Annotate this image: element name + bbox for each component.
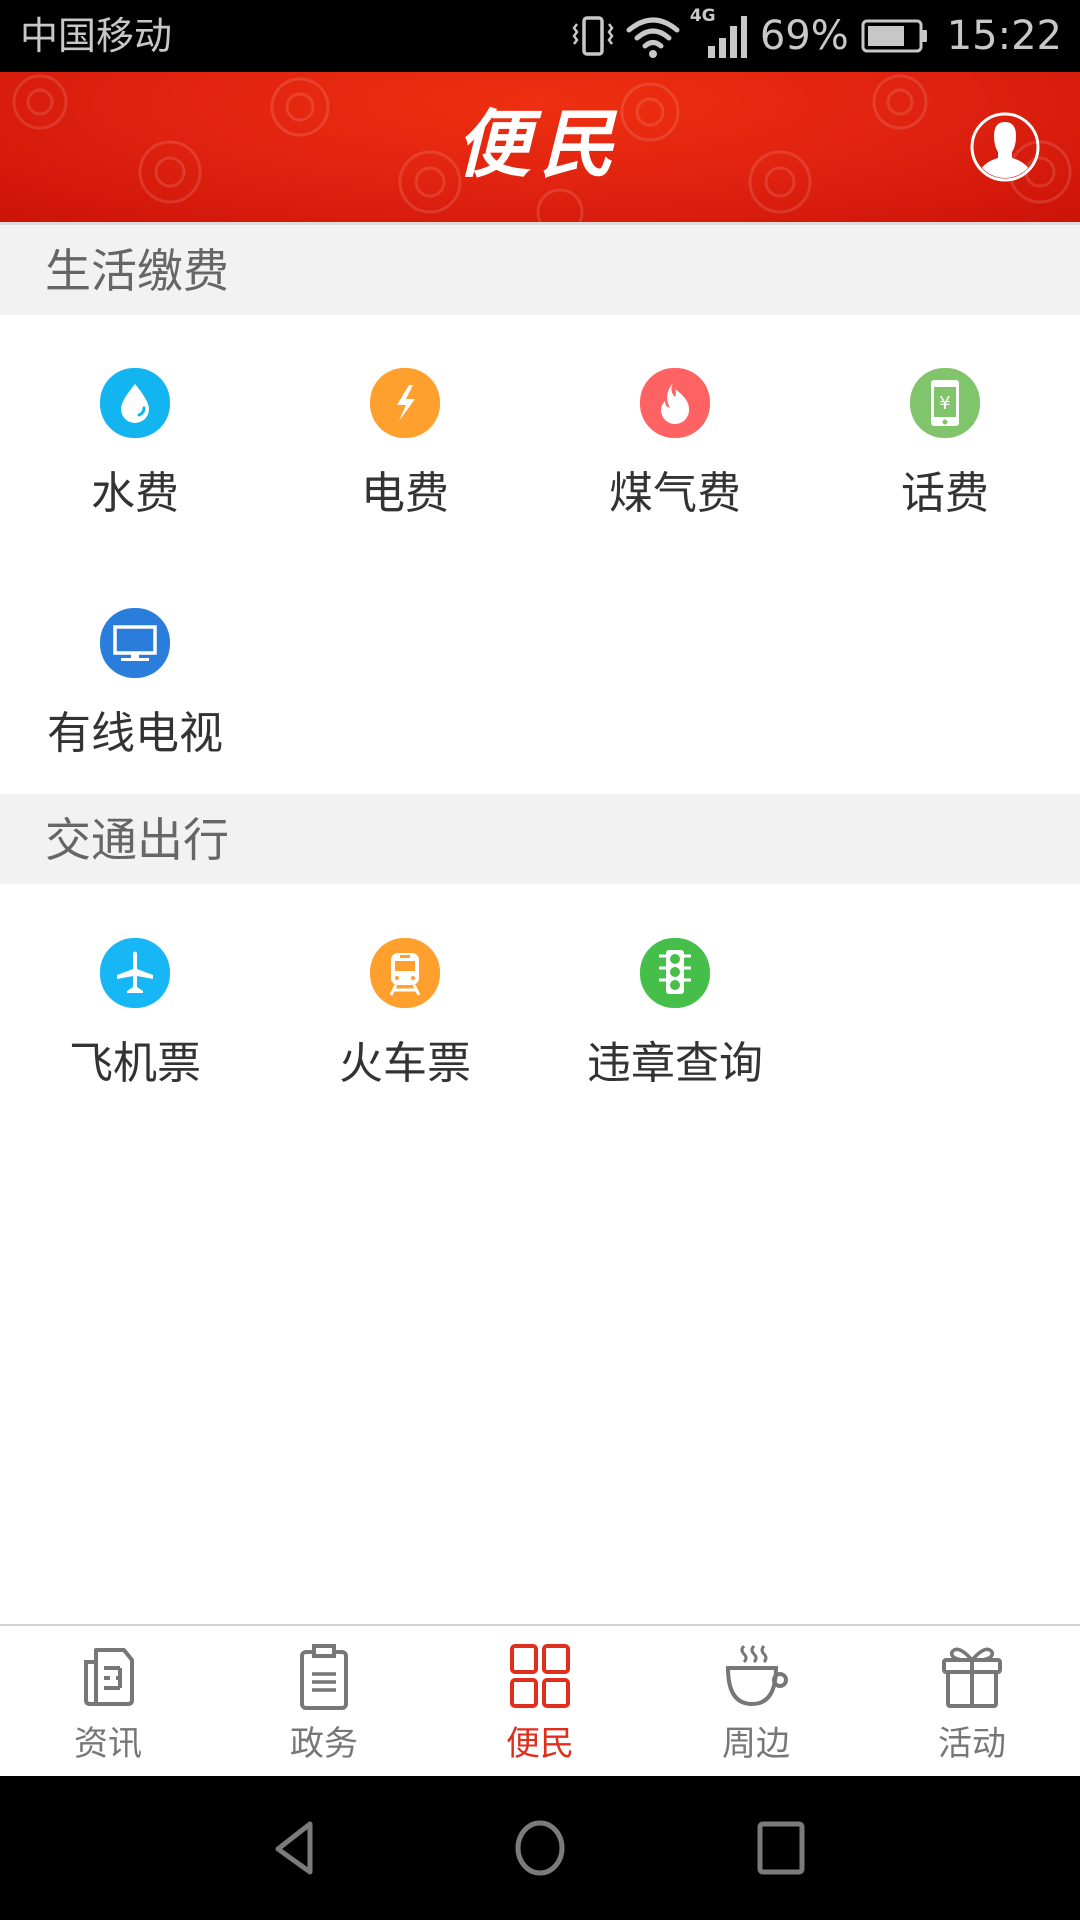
clipboard-icon (300, 1644, 348, 1710)
section-header-bill-payment: 生活缴费 (0, 225, 1080, 315)
tab-label: 资讯 (74, 1724, 142, 1764)
tab-news[interactable]: 资讯 (0, 1626, 216, 1776)
screen: 中国移动 4G 69% 15:22 便民 生活缴费 水费 电费 煤气费 ¥ 话费… (0, 0, 1080, 1920)
recents-icon (757, 1821, 805, 1875)
tab-convenience[interactable]: 便民 (432, 1626, 648, 1776)
bottom-tab-bar: 资讯 政务 便民 周边 活动 (0, 1624, 1080, 1776)
airplane-icon (100, 938, 170, 1008)
grid-icon (510, 1644, 570, 1708)
item-label: 有线电视 (47, 708, 223, 759)
train-icon (370, 938, 440, 1008)
item-label: 煤气费 (609, 468, 741, 519)
tab-label: 政务 (290, 1724, 358, 1764)
gift-icon (942, 1647, 1002, 1708)
item-label: 电费 (361, 468, 449, 519)
flame-icon (640, 368, 710, 438)
recents-button[interactable] (740, 1816, 820, 1880)
home-icon (515, 1820, 565, 1876)
grid-item-cable-tv[interactable]: 有线电视 (0, 608, 270, 798)
item-label: 飞机票 (69, 1038, 201, 1089)
tab-events[interactable]: 活动 (864, 1626, 1080, 1776)
app-header: 便民 (0, 72, 1080, 222)
tab-label: 周边 (722, 1724, 790, 1764)
tab-nearby[interactable]: 周边 (648, 1626, 864, 1776)
clock: 15:22 (946, 13, 1062, 59)
back-button[interactable] (262, 1816, 342, 1880)
signal-icon: 4G (690, 6, 748, 62)
back-icon (275, 1821, 313, 1875)
section-title: 交通出行 (45, 813, 229, 867)
grid-item-electricity[interactable]: 电费 (270, 368, 540, 558)
lightning-icon (370, 368, 440, 438)
traffic-light-icon (640, 938, 710, 1008)
battery-icon (861, 18, 929, 54)
item-label: 话费 (901, 468, 989, 519)
tab-label: 便民 (506, 1724, 574, 1764)
home-button[interactable] (500, 1816, 580, 1880)
newspaper-icon (84, 1648, 134, 1706)
status-bar: 中国移动 4G 69% 15:22 (0, 0, 1080, 72)
carrier-name: 中国移动 (20, 14, 173, 58)
grid-item-water[interactable]: 水费 (0, 368, 270, 558)
item-label: 火车票 (339, 1038, 471, 1089)
user-profile-button[interactable] (970, 112, 1040, 182)
svg-text:¥: ¥ (939, 393, 950, 414)
page-title: 便民 (456, 102, 624, 188)
tv-icon (100, 608, 170, 678)
section-header-transport: 交通出行 (0, 794, 1080, 884)
grid-item-train[interactable]: 火车票 (270, 938, 540, 1128)
wifi-icon (626, 14, 680, 58)
battery-percent: 69% (759, 13, 849, 59)
status-icons: 4G 69% 15:22 (572, 6, 1062, 62)
section-title: 生活缴费 (45, 244, 229, 298)
grid-item-flight[interactable]: 飞机票 (0, 938, 270, 1128)
grid-item-traffic-violation[interactable]: 违章查询 (540, 938, 810, 1128)
tab-government[interactable]: 政务 (216, 1626, 432, 1776)
grid-item-gas[interactable]: 煤气费 (540, 368, 810, 558)
tab-label: 活动 (938, 1724, 1006, 1764)
item-label: 水费 (91, 468, 179, 519)
grid-item-phone-bill[interactable]: ¥ 话费 (810, 368, 1080, 558)
phone-yuan-icon: ¥ (910, 368, 980, 438)
vibrate-icon (572, 14, 614, 58)
water-drop-icon (100, 368, 170, 438)
coffee-cup-icon (725, 1644, 788, 1707)
user-profile-icon (970, 112, 1040, 182)
system-navigation-bar (0, 1776, 1080, 1920)
item-label: 违章查询 (587, 1038, 763, 1089)
